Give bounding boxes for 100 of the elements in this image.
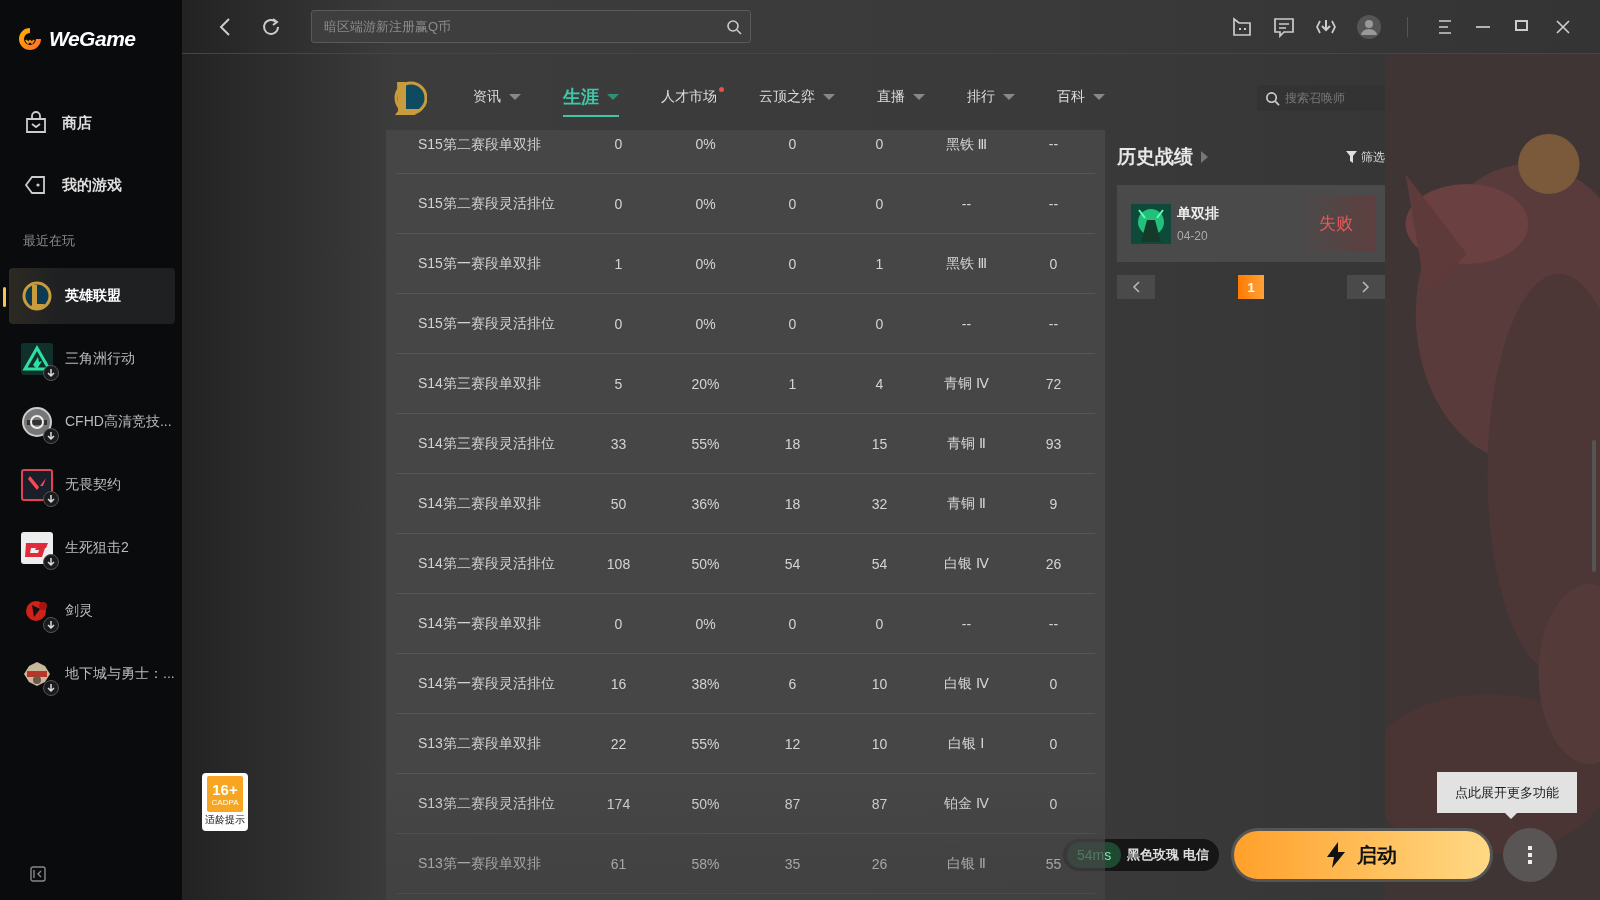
nav-tab[interactable]: 资讯 — [473, 82, 521, 114]
table-cell-text: 87 — [783, 795, 802, 812]
minimize-icon — [1476, 25, 1490, 28]
table-cell-text: 6 — [787, 675, 798, 692]
table-cell-text: 174 — [605, 795, 632, 812]
sidebar-nav-item[interactable]: 我的游戏 — [24, 164, 174, 206]
table-cell-text: S15第二赛段灵活排位 — [417, 194, 556, 213]
table-cell-text: S15第二赛段单双排 — [417, 136, 542, 154]
table-cell-text: 白银 Ⅱ — [946, 854, 987, 873]
table-cell-text: 26 — [1044, 555, 1063, 572]
chat-button[interactable] — [1273, 15, 1295, 38]
nav-tab[interactable]: 百科 — [1057, 82, 1105, 114]
nav-tab[interactable]: 排行 — [967, 82, 1015, 114]
nav-tab[interactable]: 云顶之弈 — [759, 82, 835, 114]
table-cell-text: 10 — [870, 735, 889, 752]
previous-page-button[interactable] — [1117, 275, 1155, 299]
launch-button[interactable]: 启动 — [1230, 828, 1493, 882]
table-cell-text: 0 — [787, 615, 798, 632]
table-cell-text: 青铜 Ⅱ — [946, 494, 987, 513]
collapse-sidebar-icon[interactable] — [30, 866, 46, 882]
chevron-left-icon — [1132, 281, 1140, 293]
game-list-item[interactable]: 无畏契约 — [9, 457, 175, 513]
table-cell-text: -- — [960, 315, 973, 332]
table-cell-text: S14第一赛段灵活排位 — [417, 674, 556, 693]
table-cell-text: S13第一赛段单双排 — [417, 854, 542, 873]
table-cell-text: S13第二赛段灵活排位 — [417, 794, 556, 813]
table-cell-text: 青铜 Ⅱ — [946, 434, 987, 453]
caret-right-icon — [1201, 151, 1208, 163]
table-cell-text: 0 — [874, 136, 885, 152]
table-cell-text: 青铜 Ⅳ — [943, 374, 990, 393]
summoner-search-field[interactable]: 搜索召唤师 — [1257, 85, 1385, 111]
search-icon[interactable] — [726, 19, 742, 35]
match-date: 04-20 — [1177, 228, 1209, 243]
table-cell-text: 0 — [874, 195, 885, 212]
table-cell-text: 54 — [870, 555, 889, 572]
table-cell-text: 0 — [1048, 795, 1059, 812]
table-cell-text: 0 — [613, 615, 624, 632]
table-cell-text: 87 — [870, 795, 889, 812]
table-cell-text: 18 — [783, 495, 802, 512]
avatar-icon — [1357, 14, 1381, 39]
table-cell-text: 50 — [609, 495, 628, 512]
table-cell-text: 50% — [690, 795, 721, 812]
ring-logo-icon — [17, 26, 43, 52]
table-cell-text: 54 — [783, 555, 802, 572]
table-cell-text: S14第二赛段单双排 — [417, 494, 542, 513]
chevron-right-icon — [1362, 281, 1370, 293]
table-cell-text: 55% — [690, 735, 721, 752]
table-cell-text: 0 — [613, 136, 624, 152]
nav-tab[interactable]: 人才市场 — [661, 82, 724, 114]
table-cell-text: 61 — [609, 855, 628, 872]
avatar-button[interactable] — [1357, 14, 1381, 39]
table-cell-text: 12 — [783, 735, 802, 752]
match-mode: 单双排 — [1177, 204, 1219, 223]
table-cell-text: 1 — [613, 255, 624, 272]
game-list-item[interactable]: CFHD高清竞技... — [9, 394, 175, 450]
table-cell-text: S13第二赛段单双排 — [417, 734, 542, 753]
table-cell-text: -- — [1047, 615, 1060, 632]
next-page-button[interactable] — [1347, 275, 1385, 299]
search-field[interactable]: 暗区端游新注册赢Q币 — [311, 10, 751, 43]
chat-icon — [1273, 15, 1295, 38]
table-cell-text: 0 — [787, 255, 798, 272]
table-cell-text: 50% — [690, 555, 721, 572]
table-cell-text: 36% — [690, 495, 721, 512]
table-cell-text: 32 — [870, 495, 889, 512]
nav-tab[interactable]: 生涯 — [563, 79, 619, 117]
table-cell-text: 0 — [787, 195, 798, 212]
table-cell-text: 26 — [870, 855, 889, 872]
table-cell-text: 0% — [694, 615, 717, 632]
rating-caption: 适龄提示 — [205, 815, 245, 825]
refresh-button[interactable] — [261, 16, 281, 37]
history-title-link[interactable]: 历史战绩 — [1117, 144, 1208, 170]
table-cell-text: -- — [960, 615, 973, 632]
table-cell-text: 72 — [1044, 375, 1063, 392]
table-cell-text: S15第一赛段单双排 — [417, 254, 542, 273]
table-cell-text: 0 — [1048, 675, 1059, 692]
match-card[interactable]: 单双排 04-20 失败 — [1117, 185, 1385, 262]
table-cell-text: S14第一赛段单双排 — [417, 614, 542, 633]
search-icon[interactable] — [1265, 91, 1280, 106]
table-cell-text: 0 — [787, 315, 798, 332]
table-cell-text: 93 — [1044, 435, 1063, 452]
game-list-item[interactable]: 三角洲行动 — [9, 331, 175, 387]
table-cell-text: 16 — [609, 675, 628, 692]
table-cell-text: -- — [960, 195, 973, 212]
sidebar-nav-item[interactable]: 商店 — [24, 102, 174, 144]
server-name: 黑色玫瑰 电信 — [1127, 846, 1209, 864]
nav-tab[interactable]: 直播 — [877, 82, 925, 114]
table-cell-text: 35 — [783, 855, 802, 872]
game-list-item[interactable]: 剑灵 — [9, 583, 175, 639]
table-cell-text: 0% — [694, 136, 717, 152]
filter-button[interactable]: 筛选 — [1346, 148, 1385, 166]
table-cell-text: 18 — [783, 435, 802, 452]
cat-face-button[interactable] — [1231, 15, 1253, 38]
table-cell-text: 4 — [874, 375, 885, 392]
table-cell-text: 0% — [694, 195, 717, 212]
game-list-item[interactable]: 地下城与勇士：... — [9, 646, 175, 702]
table-cell-text: 0 — [1048, 735, 1059, 752]
table-cell-text: 0 — [613, 315, 624, 332]
table-cell-text: 黑铁 Ⅲ — [944, 136, 989, 154]
back-button[interactable] — [218, 16, 232, 37]
game-list-item[interactable]: 生死狙击2 — [9, 520, 175, 576]
